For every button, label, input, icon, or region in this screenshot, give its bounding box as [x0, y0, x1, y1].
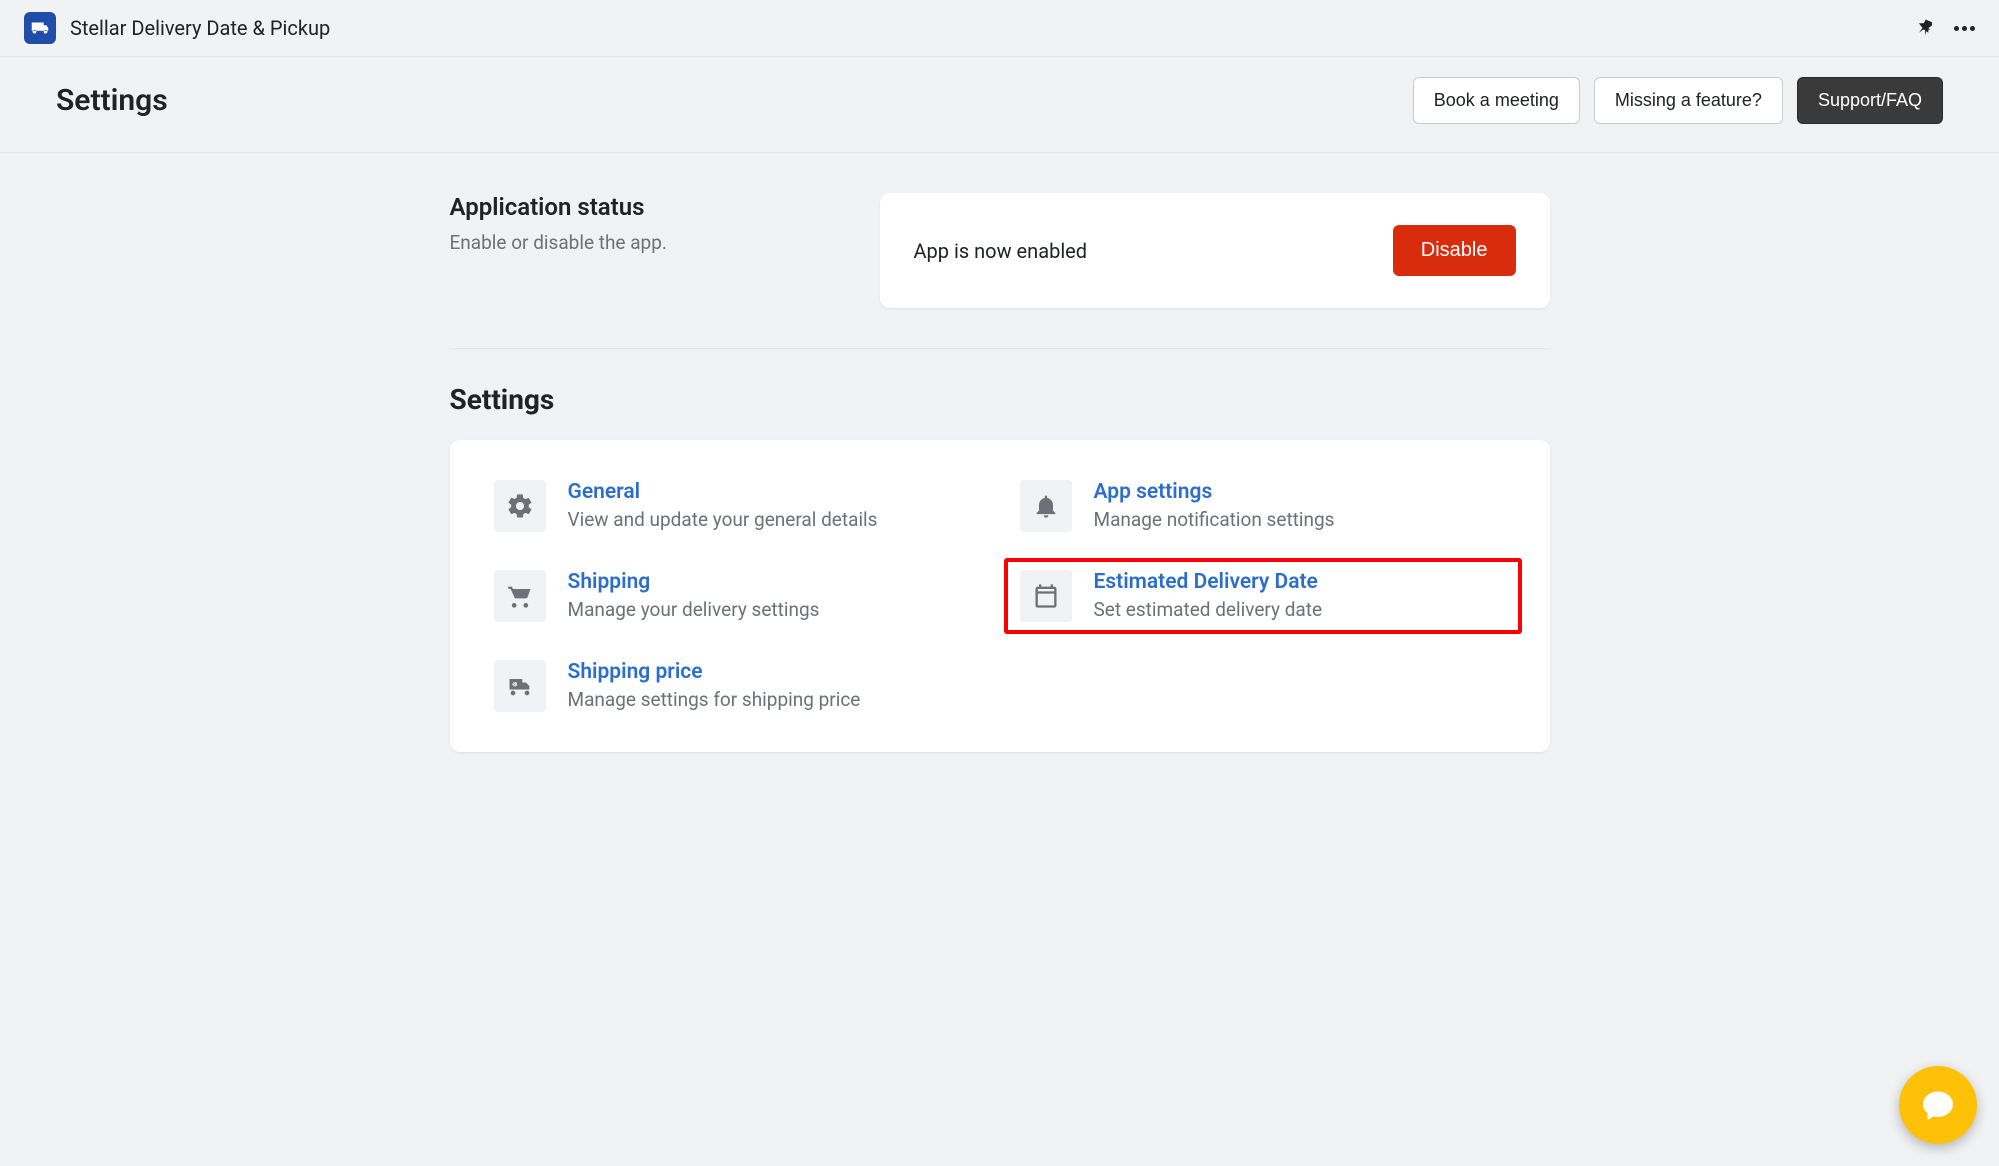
- setting-desc: Manage notification settings: [1094, 508, 1335, 531]
- setting-text: App settings Manage notification setting…: [1094, 480, 1335, 531]
- setting-text: Estimated Delivery Date Set estimated de…: [1094, 570, 1323, 621]
- setting-desc: Set estimated delivery date: [1094, 598, 1323, 621]
- gear-icon: [494, 480, 546, 532]
- missing-feature-button[interactable]: Missing a feature?: [1594, 77, 1783, 124]
- setting-title: Shipping price: [568, 660, 861, 684]
- header-actions: [1916, 18, 1975, 38]
- status-card: App is now enabled Disable: [880, 193, 1550, 308]
- content: Application status Enable or disable the…: [340, 153, 1660, 812]
- pin-icon[interactable]: [1916, 18, 1936, 38]
- page-actions: Book a meeting Missing a feature? Suppor…: [1413, 77, 1943, 124]
- settings-grid: General View and update your general det…: [450, 440, 1550, 752]
- status-text: App is now enabled: [914, 239, 1088, 263]
- status-desc: Enable or disable the app.: [450, 231, 840, 254]
- setting-text: Shipping price Manage settings for shipp…: [568, 660, 861, 711]
- setting-item-general[interactable]: General View and update your general det…: [494, 480, 980, 532]
- setting-item-estimated-delivery-wrapper: Estimated Delivery Date Set estimated de…: [1020, 570, 1506, 622]
- app-title: Stellar Delivery Date & Pickup: [70, 16, 330, 40]
- setting-item-app-settings[interactable]: App settings Manage notification setting…: [1020, 480, 1506, 532]
- setting-text: General View and update your general det…: [568, 480, 878, 531]
- setting-title: General: [568, 480, 878, 504]
- svg-text:$: $: [513, 681, 516, 688]
- calendar-icon: [1020, 570, 1072, 622]
- setting-desc: Manage your delivery settings: [568, 598, 820, 621]
- setting-item-shipping-price[interactable]: $ Shipping price Manage settings for shi…: [494, 660, 980, 712]
- settings-heading: Settings: [450, 383, 1550, 416]
- setting-item-estimated-delivery[interactable]: Estimated Delivery Date Set estimated de…: [1020, 570, 1506, 622]
- more-icon[interactable]: [1954, 26, 1975, 31]
- status-left: Application status Enable or disable the…: [450, 193, 840, 254]
- setting-text: Shipping Manage your delivery settings: [568, 570, 820, 621]
- setting-title: App settings: [1094, 480, 1335, 504]
- status-heading: Application status: [450, 193, 840, 221]
- setting-desc: Manage settings for shipping price: [568, 688, 861, 711]
- support-faq-button[interactable]: Support/FAQ: [1797, 77, 1943, 124]
- bell-icon: [1020, 480, 1072, 532]
- setting-title: Estimated Delivery Date: [1094, 570, 1323, 594]
- disable-button[interactable]: Disable: [1393, 225, 1516, 276]
- truck-price-icon: $: [494, 660, 546, 712]
- setting-title: Shipping: [568, 570, 820, 594]
- app-header: Stellar Delivery Date & Pickup: [0, 0, 1999, 57]
- app-logo-icon: [24, 12, 56, 44]
- highlight-box: Estimated Delivery Date Set estimated de…: [1004, 558, 1522, 634]
- page-title: Settings: [56, 83, 168, 118]
- setting-item-shipping[interactable]: Shipping Manage your delivery settings: [494, 570, 980, 622]
- book-meeting-button[interactable]: Book a meeting: [1413, 77, 1580, 124]
- page-bar: Settings Book a meeting Missing a featur…: [0, 57, 1999, 153]
- chat-bubble-button[interactable]: [1899, 1066, 1977, 1144]
- setting-desc: View and update your general details: [568, 508, 878, 531]
- application-status-section: Application status Enable or disable the…: [450, 193, 1550, 349]
- cart-icon: [494, 570, 546, 622]
